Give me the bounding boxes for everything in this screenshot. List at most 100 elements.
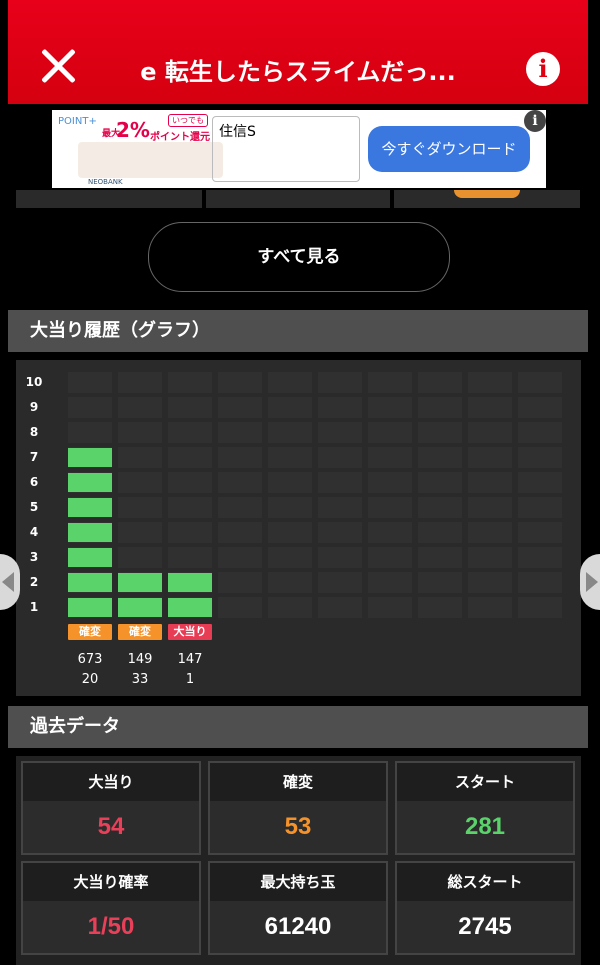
- grid-cell: [418, 497, 462, 518]
- ad-banner[interactable]: POINT+ いつでも 最大 2% ポイント還元 NEOBANK 住信S 今すぐ…: [52, 110, 546, 188]
- grid-cell: [418, 547, 462, 568]
- stat-value: 54: [97, 813, 125, 840]
- page-title: e 転生したらスライムだっ...: [140, 58, 456, 86]
- ad-text-box[interactable]: 住信S: [212, 116, 360, 182]
- grid-cell: [268, 547, 312, 568]
- ad-download-button[interactable]: 今すぐダウンロード: [368, 126, 530, 172]
- grid-cell: [118, 472, 162, 493]
- close-icon[interactable]: [38, 46, 78, 86]
- grid-cell: [318, 472, 362, 493]
- grid-cell: [218, 572, 262, 593]
- grid-cell: [468, 472, 512, 493]
- see-all-button[interactable]: すべて見る: [148, 222, 450, 292]
- y-tick-label: 2: [29, 575, 39, 589]
- grid-cell: [518, 572, 562, 593]
- grid-cell: [518, 497, 562, 518]
- grid-cell: [418, 572, 462, 593]
- grid-cell: [318, 572, 362, 593]
- ad-info-icon[interactable]: i: [524, 110, 546, 132]
- past-data-grid: 大当り 54 確変 53 スタート 281 大当り確率 1/50 最大持ち玉 61240 総スタート…: [16, 756, 581, 965]
- grid-cell: [268, 522, 312, 543]
- past-data-title: 過去データ: [8, 706, 588, 748]
- bar-segment: [68, 473, 112, 492]
- bar-value-count: 20: [81, 672, 99, 687]
- stat-label: スタート: [397, 763, 573, 801]
- grid-cell: [368, 522, 412, 543]
- grid-cell: [268, 497, 312, 518]
- grid-cell: [468, 397, 512, 418]
- grid-cell: [468, 597, 512, 618]
- grid-cell: [268, 472, 312, 493]
- grid-cell: [418, 372, 462, 393]
- grid-cell: [368, 497, 412, 518]
- ad-anytime-badge: いつでも: [168, 114, 208, 127]
- grid-cell: [118, 447, 162, 468]
- grid-cell: [468, 522, 512, 543]
- bar-value-start: 149: [127, 652, 153, 667]
- grid-cell: [518, 522, 562, 543]
- grid-cell: [418, 447, 462, 468]
- ad-bank-name: NEOBANK: [88, 178, 123, 186]
- grid-cell: [168, 497, 212, 518]
- grid-cell: [368, 422, 412, 443]
- grid-cell: [468, 422, 512, 443]
- grid-cell: [168, 397, 212, 418]
- grid-cell: [518, 547, 562, 568]
- grid-cell: [418, 422, 462, 443]
- grid-cell: [468, 372, 512, 393]
- grid-cell: [368, 572, 412, 593]
- grid-cell: [368, 472, 412, 493]
- grid-cell: [118, 522, 162, 543]
- grid-cell: [168, 522, 212, 543]
- y-tick-label: 8: [29, 425, 39, 439]
- y-tick-label: 7: [29, 450, 39, 464]
- app-header: e 転生したらスライムだっ... i: [8, 0, 588, 104]
- stat-value: 53: [284, 813, 312, 840]
- y-tick-label: 1: [29, 600, 39, 614]
- grid-cell: [518, 472, 562, 493]
- ad-promo-text: ポイント還元: [150, 132, 210, 143]
- ad-illustration: [78, 142, 223, 178]
- grid-cell: [118, 397, 162, 418]
- bar-segment: [68, 548, 112, 567]
- history-graph: 10 9 8 7 6 5 4 3 2 1 確変 673 20 確変 149 33 大当り 147 1: [16, 360, 581, 696]
- bar-segment: [68, 598, 112, 617]
- y-tick-label: 5: [29, 500, 39, 514]
- bar-value-start: 147: [177, 652, 203, 667]
- y-tick-label: 3: [29, 550, 39, 564]
- grid-cell: [68, 372, 112, 393]
- info-icon[interactable]: i: [526, 52, 560, 86]
- bar-value-count: 33: [131, 672, 149, 687]
- grid-cell: [368, 547, 412, 568]
- grid-cell: [218, 547, 262, 568]
- grid-cell: [318, 447, 362, 468]
- stat-cell: 大当り確率 1/50: [21, 861, 201, 955]
- bar-segment: [168, 573, 212, 592]
- grid-cell: [168, 447, 212, 468]
- grid-cell: [118, 497, 162, 518]
- stat-value: 2745: [458, 913, 512, 940]
- stat-value: 281: [464, 813, 506, 840]
- stat-cell: スタート 281: [395, 761, 575, 855]
- bar-segment: [68, 448, 112, 467]
- grid-cell: [318, 597, 362, 618]
- grid-cell: [118, 547, 162, 568]
- bar-segment: [118, 598, 162, 617]
- grid-cell: [468, 572, 512, 593]
- next-arrow-icon[interactable]: [580, 554, 600, 610]
- grid-cell: [218, 597, 262, 618]
- grid-cell: [218, 497, 262, 518]
- grid-cell: [118, 422, 162, 443]
- grid-cell: [518, 422, 562, 443]
- grid-cell: [168, 422, 212, 443]
- grid-cell: [68, 397, 112, 418]
- grid-cell: [68, 422, 112, 443]
- grid-cell: [368, 397, 412, 418]
- grid-cell: [218, 472, 262, 493]
- ad-logo: POINT+: [58, 116, 97, 127]
- stat-label: 大当り確率: [23, 863, 199, 901]
- grid-cell: [168, 547, 212, 568]
- grid-cell: [168, 472, 212, 493]
- grid-cell: [518, 397, 562, 418]
- grid-cell: [318, 422, 362, 443]
